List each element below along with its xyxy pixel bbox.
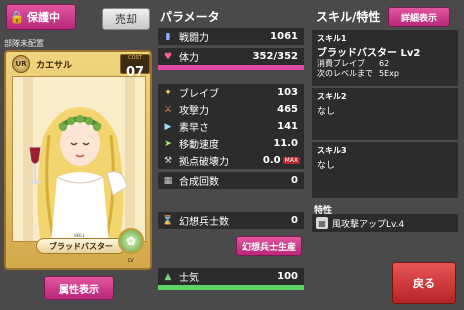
combine-count-row: ▦ 合成回数 0 (158, 172, 304, 189)
hourglass-icon: ⌛ (162, 215, 174, 226)
move-speed-value: 11.0 (273, 138, 298, 149)
hp-label: 体力 (179, 53, 199, 64)
move-speed-label: 移動速度 (179, 140, 219, 151)
level-tag: LV (128, 258, 134, 264)
morale-value: 100 (277, 271, 298, 282)
skill1-heading: スキル1 (317, 34, 347, 43)
speed-row: ▶ 素早さ 141 (158, 118, 304, 135)
brave-icon: ✦ (164, 87, 172, 98)
portrait-illustration (13, 77, 145, 241)
move-speed-icon: ➤ (164, 138, 172, 149)
attack-row: ⚔ 攻撃力 465 (158, 101, 304, 118)
skill2-text: なし (317, 107, 336, 117)
skill1-cost-label: 消費ブレイブ (317, 59, 365, 68)
protect-toggle-button[interactable]: 🔒 保護中 (6, 4, 76, 30)
morale-row: ▲ 士気 100 (158, 268, 304, 285)
combat-power-value: 1061 (270, 31, 298, 42)
phantom-soldier-row: ⌛ 幻想兵士数 0 (158, 212, 304, 229)
unit-name: カエサル (36, 60, 73, 71)
produce-phantom-soldier-button[interactable]: 幻想兵士生産 (236, 236, 302, 256)
skill3-heading: スキル3 (317, 146, 347, 155)
speed-icon: ▶ (164, 121, 172, 132)
protect-label: 保護中 (27, 11, 60, 24)
unit-assignment-status: 部隊未配置 (4, 39, 44, 48)
unit-portrait (12, 76, 146, 242)
combine-icon: ▦ (163, 175, 173, 186)
skill1-box: スキル1 ブラッドバスター Lv2 消費ブレイブ 62 次のレベルまで 5Exp (312, 30, 458, 86)
siege-power-value: 0.0 (262, 155, 281, 166)
skill1-next-value: 5Exp (379, 69, 399, 78)
skill1-name: ブラッドバスター Lv2 (317, 48, 421, 59)
unit-card: UR カエサル COST 07 SKILL ブラッドバスター ✿ LV (4, 50, 152, 270)
combine-count-value: 0 (291, 175, 298, 186)
siege-power-icon: ⚒ (163, 155, 173, 166)
phantom-soldier-label: 幻想兵士数 (179, 217, 229, 228)
trait-icon: ▦ (316, 217, 328, 229)
skill2-box: スキル2 なし (312, 88, 458, 140)
show-attribute-button[interactable]: 属性表示 (44, 276, 114, 300)
skill3-text: なし (317, 161, 336, 171)
brave-row: ✦ ブレイブ 103 (158, 84, 304, 101)
cost-label: COST (128, 55, 142, 61)
combat-power-row: ▮ 戦闘力 1061 (158, 28, 304, 45)
attack-value: 465 (277, 104, 298, 115)
trait-text: 風攻撃アップLv.4 (332, 219, 405, 230)
speed-value: 141 (277, 121, 298, 132)
morale-bar (158, 285, 304, 290)
max-badge: MAX (282, 157, 300, 164)
back-button[interactable]: 戻る (392, 262, 456, 304)
hp-bar (158, 65, 304, 70)
brave-label: ブレイブ (179, 89, 219, 100)
heart-icon: ♥ (163, 51, 173, 62)
brave-value: 103 (277, 87, 298, 98)
rarity-badge: UR (12, 55, 30, 73)
siege-power-label: 拠点破壊力 (179, 157, 229, 168)
skill2-heading: スキル2 (317, 92, 347, 101)
lock-icon: 🔒 (9, 10, 25, 24)
wind-attribute-icon: ✿ (118, 228, 144, 254)
sell-button[interactable]: 売却 (102, 8, 150, 30)
attack-label: 攻撃力 (179, 106, 209, 117)
skill3-box: スキル3 なし (312, 142, 458, 198)
combat-power-icon: ▮ (165, 31, 171, 42)
skills-title: スキル/特性 (316, 10, 381, 24)
combine-count-label: 合成回数 (179, 177, 219, 188)
move-speed-row: ➤ 移動速度 11.0 (158, 135, 304, 152)
morale-label: 士気 (179, 273, 199, 284)
detail-view-button[interactable]: 詳細表示 (388, 7, 450, 27)
cost-box: COST 07 (120, 54, 150, 79)
hp-row: ♥ 体力 352/352 (158, 48, 304, 65)
skill1-next-label: 次のレベルまで (317, 69, 373, 78)
speed-label: 素早さ (179, 123, 209, 134)
hp-bar-fill (158, 65, 304, 70)
skill1-cost-value: 62 (379, 59, 390, 68)
morale-bar-fill (158, 285, 304, 290)
siege-power-row: ⚒ 拠点破壊力 0.0 MAX (158, 152, 304, 169)
combat-power-label: 戦闘力 (179, 33, 209, 44)
parameters-title: パラメータ (160, 10, 220, 24)
skill1-details: 消費ブレイブ 62 次のレベルまで 5Exp (317, 59, 405, 79)
hp-value: 352/352 (252, 51, 298, 62)
trait-row: ▦ 風攻撃アップLv.4 (312, 214, 458, 232)
phantom-soldier-value: 0 (291, 215, 298, 226)
morale-icon: ▲ (164, 271, 172, 282)
card-skill-banner: ブラッドバスター (36, 238, 126, 254)
attack-icon: ⚔ (163, 104, 173, 115)
